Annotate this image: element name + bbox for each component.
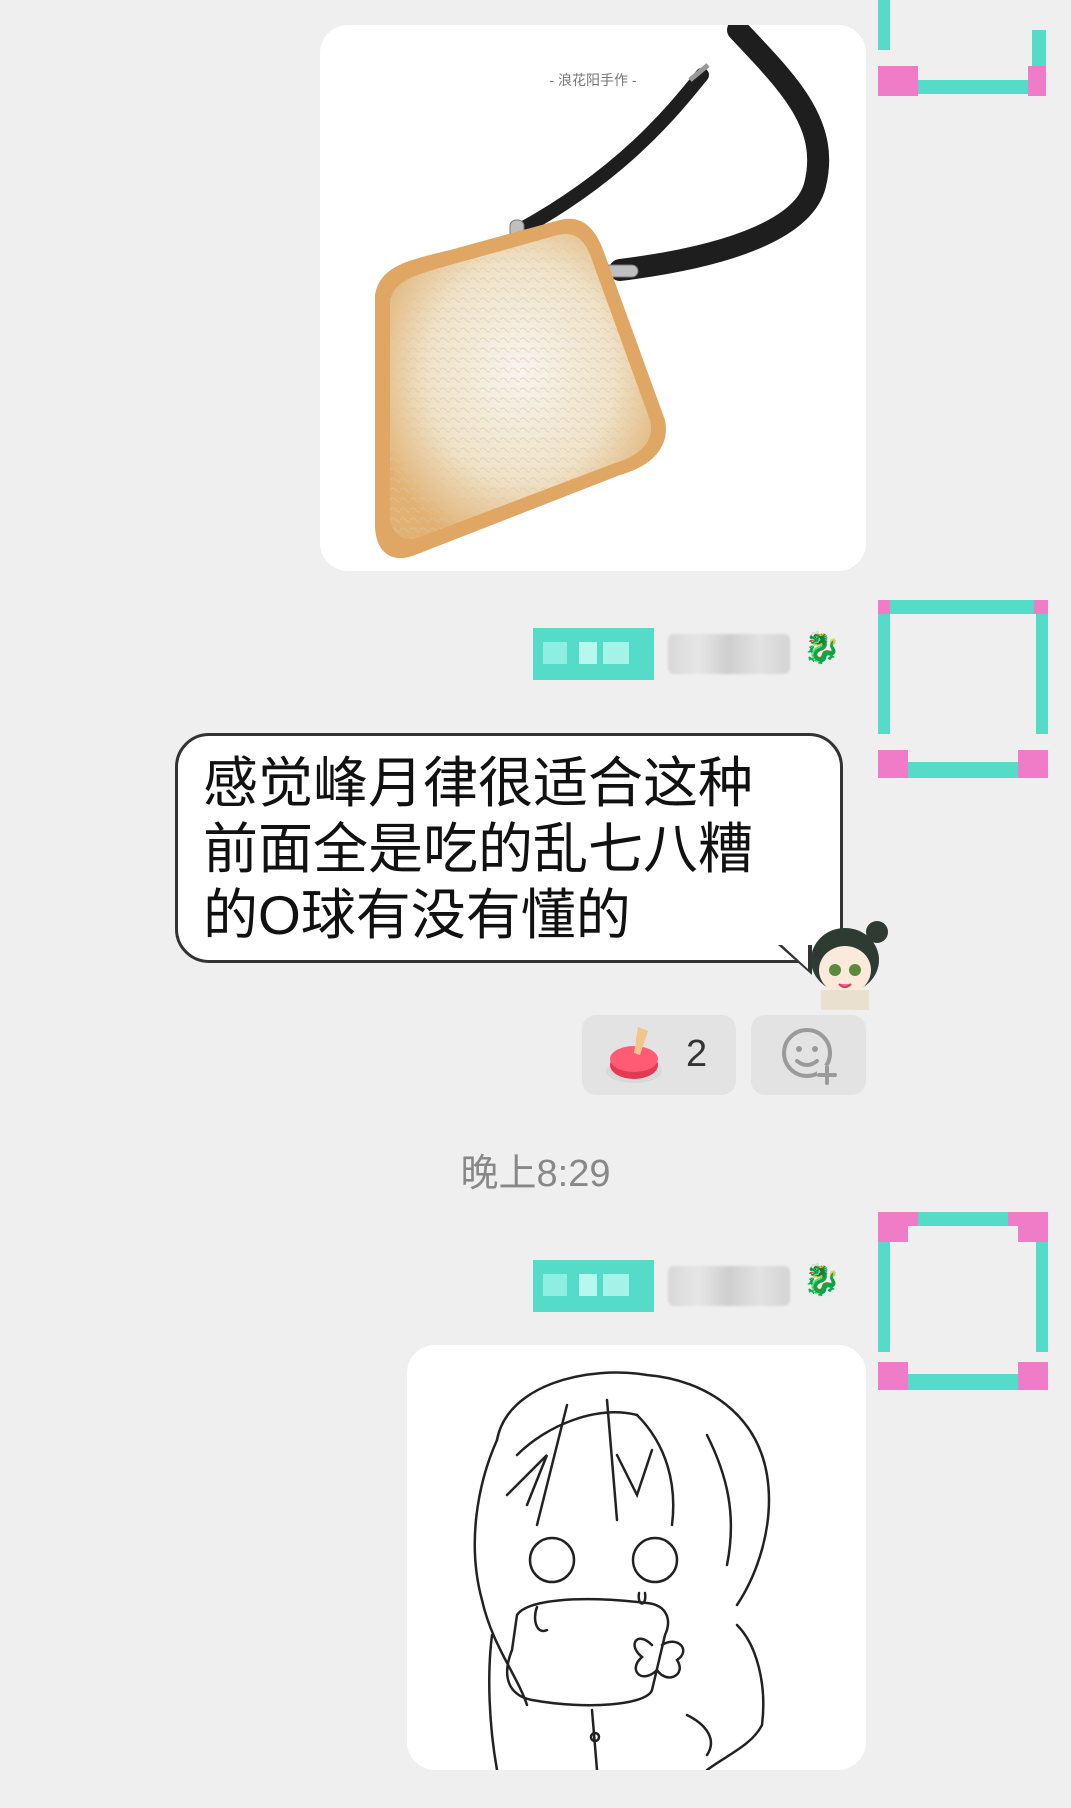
message-text: 感觉峰月律很适合这种前面全是吃的乱七八糟的O球有没有懂的	[203, 752, 754, 946]
red-button-icon	[606, 1027, 662, 1083]
avatar-pixelated[interactable]	[878, 0, 1048, 178]
image-message-sketch[interactable]	[407, 1345, 866, 1770]
dragon-icon: 🐉	[803, 632, 841, 665]
sender-name-blurred[interactable]	[668, 634, 790, 674]
dragon-icon: 🐉	[803, 1264, 841, 1297]
avatar-pixelated[interactable]	[878, 1212, 1048, 1390]
toast-bag-illustration	[375, 25, 830, 559]
timestamp-divider: 晚上8:29	[460, 1153, 611, 1195]
add-emoji-icon	[782, 1028, 837, 1085]
sender-name-blurred[interactable]	[668, 1266, 790, 1306]
reaction-count: 2	[686, 1033, 708, 1075]
sketch-girl-illustration	[473, 1371, 771, 1770]
image-message-toast-bag[interactable]: - 浪花阳手作 -	[320, 25, 866, 571]
add-reaction-button[interactable]	[751, 1015, 866, 1095]
sender-title-badge	[533, 628, 654, 680]
message-bubble[interactable]: 感觉峰月律很适合这种前面全是吃的乱七八糟的O球有没有懂的	[175, 733, 843, 963]
reaction-red-button[interactable]: 2	[582, 1015, 736, 1095]
chibi-avatar-decoration	[811, 921, 888, 1010]
avatar-pixelated[interactable]	[878, 600, 1048, 778]
sender-title-badge	[533, 1260, 654, 1312]
